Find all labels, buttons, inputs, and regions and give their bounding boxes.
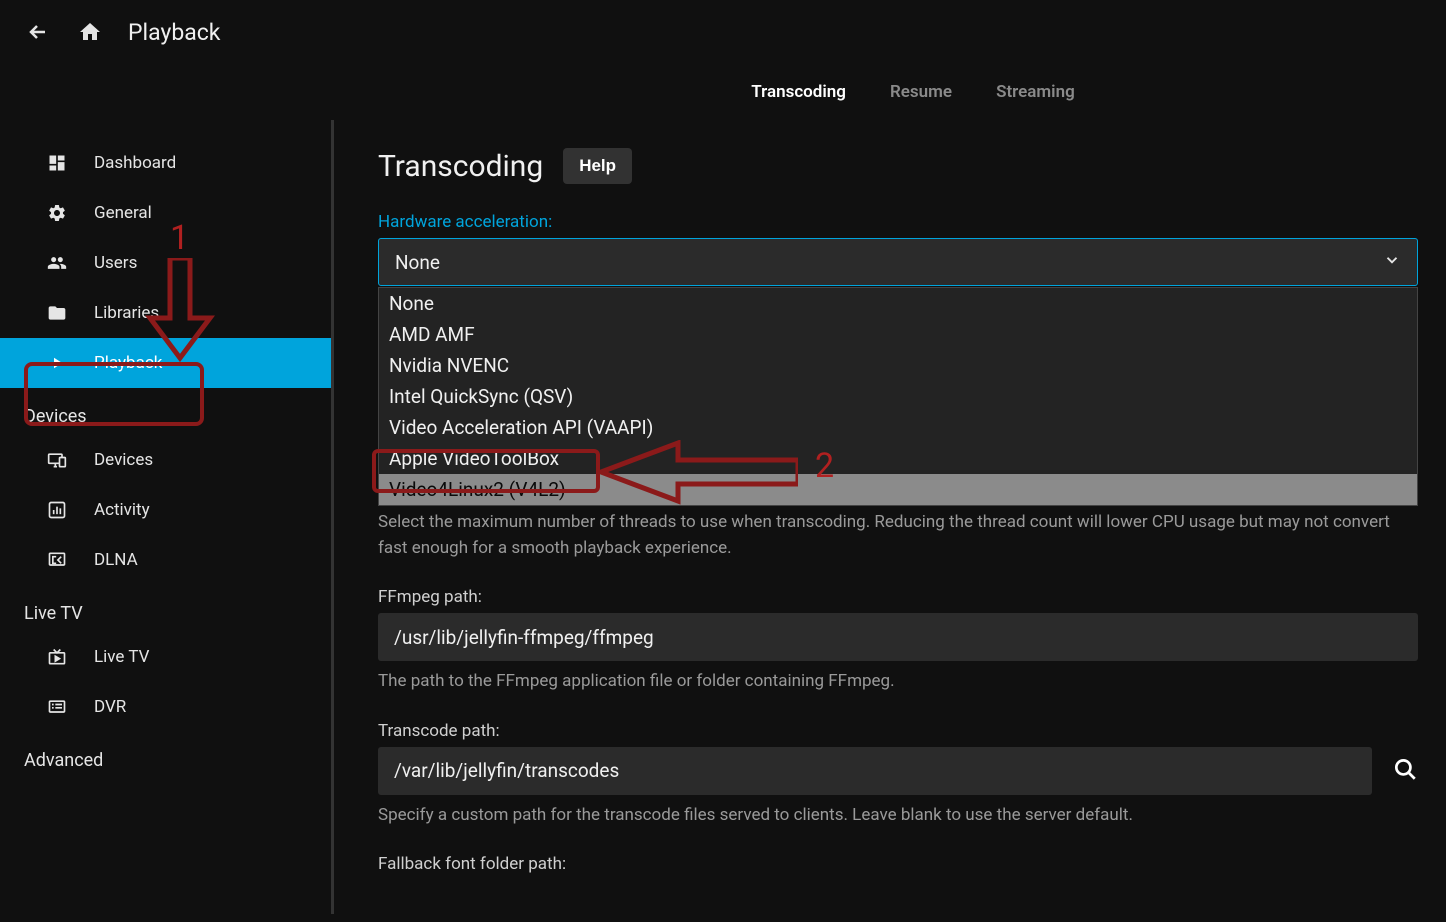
transcode-help-text: Specify a custom path for the transcode … [378,803,1418,829]
sidebar-item-label: Dashboard [94,153,176,173]
chevron-down-icon [1383,251,1401,273]
folder-icon [46,302,68,324]
activity-icon [46,499,68,521]
sidebar-item-dvr[interactable]: DVR [0,682,331,732]
sidebar-item-general[interactable]: General [0,188,331,238]
dd-option[interactable]: AMD AMF [379,319,1417,350]
dd-option[interactable]: Video4Linux2 (V4L2) [379,474,1417,505]
dd-option[interactable]: Intel QuickSync (QSV) [379,381,1417,412]
transcode-label: Transcode path: [378,721,1418,741]
livetv-icon [46,646,68,668]
back-button[interactable] [24,18,52,46]
tab-transcoding[interactable]: Transcoding [751,82,846,102]
sidebar-item-label: Playback [94,353,162,373]
hw-accel-dropdown: None AMD AMF Nvidia NVENC Intel QuickSyn… [378,287,1418,506]
main-content: Transcoding Help Hardware acceleration: … [334,120,1446,914]
sidebar-item-label: DVR [94,697,126,717]
dvr-icon [46,696,68,718]
sidebar-item-dlna[interactable]: DLNA [0,535,331,585]
sidebar-section-devices: Devices [0,388,331,435]
sidebar-item-users[interactable]: Users [0,238,331,288]
page-title: Playback [128,19,220,46]
sidebar-item-label: Libraries [94,303,159,323]
thread-help-text: Select the maximum number of threads to … [378,510,1418,561]
home-button[interactable] [76,18,104,46]
sidebar-item-devices[interactable]: Devices [0,435,331,485]
dd-option[interactable]: Nvidia NVENC [379,350,1417,381]
tab-streaming[interactable]: Streaming [996,82,1075,102]
dd-option[interactable]: None [379,288,1417,319]
transcode-path-input[interactable]: /var/lib/jellyfin/transcodes [378,747,1372,795]
ffmpeg-path-input[interactable]: /usr/lib/jellyfin-ffmpeg/ffmpeg [378,613,1418,661]
dashboard-icon [46,152,68,174]
tabs: Transcoding Resume Streaming [0,46,1446,120]
sidebar-section-livetv: Live TV [0,585,331,632]
users-icon [46,252,68,274]
ffmpeg-help-text: The path to the FFmpeg application file … [378,669,1418,695]
sidebar-item-livetv[interactable]: Live TV [0,632,331,682]
sidebar-item-dashboard[interactable]: Dashboard [0,138,331,188]
gear-icon [46,202,68,224]
dlna-icon [46,549,68,571]
tab-resume[interactable]: Resume [890,82,952,102]
browse-button[interactable] [1392,756,1418,786]
ffmpeg-label: FFmpeg path: [378,587,1418,607]
play-icon [46,352,68,374]
help-button[interactable]: Help [563,148,632,184]
sidebar-item-label: DLNA [94,550,138,570]
section-title: Transcoding [378,149,543,184]
dd-option[interactable]: Video Acceleration API (VAAPI) [379,412,1417,443]
hw-accel-select[interactable]: None None AMD AMF Nvidia NVENC Intel Qui… [378,238,1418,286]
sidebar-item-label: Live TV [94,647,149,667]
sidebar: Dashboard General Users Libraries Playba… [0,120,334,914]
sidebar-item-libraries[interactable]: Libraries [0,288,331,338]
sidebar-item-label: Users [94,253,137,273]
sidebar-section-advanced: Advanced [0,732,331,779]
sidebar-item-activity[interactable]: Activity [0,485,331,535]
hw-accel-value: None [395,251,1383,274]
sidebar-item-label: Devices [94,450,153,470]
hw-accel-label: Hardware acceleration: [378,212,1418,232]
dd-option[interactable]: Apple VideoToolBox [379,443,1417,474]
fallback-font-label: Fallback font folder path: [378,854,1418,874]
sidebar-item-label: Activity [94,500,150,520]
devices-icon [46,449,68,471]
sidebar-item-playback[interactable]: Playback [0,338,331,388]
sidebar-item-label: General [94,203,152,223]
